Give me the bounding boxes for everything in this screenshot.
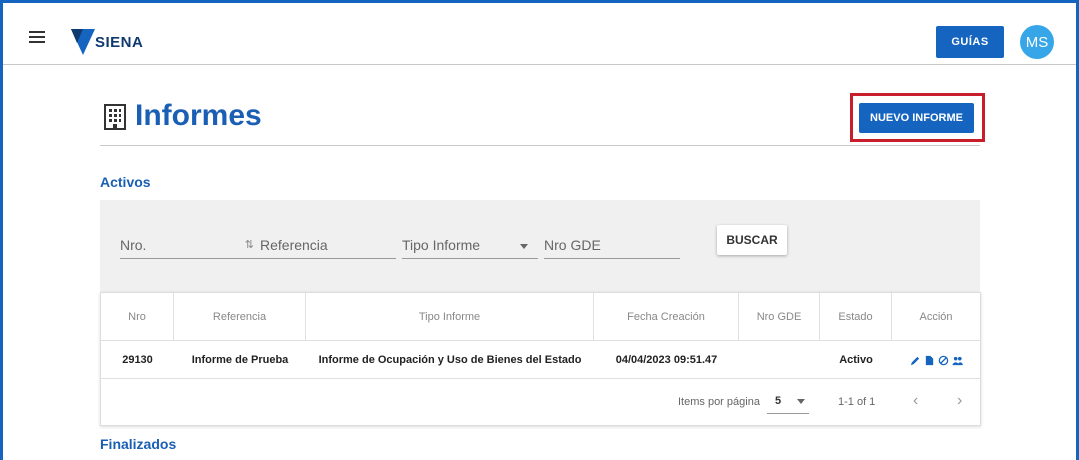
- cell-actions: [892, 341, 980, 379]
- reports-table: Nro Referencia Tipo Informe Fecha Creaci…: [100, 292, 981, 426]
- nro-placeholder: Nro.: [120, 237, 147, 253]
- cell-fecha-creacion: 04/04/2023 09:51.47: [615, 354, 718, 366]
- title-divider: [100, 145, 980, 146]
- cell-nro-gde: [739, 341, 820, 379]
- cell-tipo-informe: Informe de Ocupación y Uso de Bienes del…: [318, 354, 582, 366]
- column-header-nro-gde[interactable]: Nro GDE: [739, 293, 820, 341]
- page-title: Informes: [135, 99, 262, 132]
- page-size-select[interactable]: 5: [767, 390, 809, 414]
- referencia-input[interactable]: Referencia: [260, 233, 396, 259]
- referencia-placeholder: Referencia: [260, 237, 328, 253]
- finished-section-label: Finalizados: [100, 436, 177, 452]
- siena-logo-icon: [71, 29, 95, 55]
- column-header-fecha-creacion[interactable]: Fecha Creación: [594, 293, 739, 341]
- filter-panel: Nro. ⇅ Referencia Tipo Informe Nro GDE B…: [100, 200, 980, 292]
- guides-button[interactable]: GUÍAS: [936, 26, 1004, 58]
- column-header-tipo-informe[interactable]: Tipo Informe: [306, 293, 594, 341]
- column-header-estado[interactable]: Estado: [820, 293, 892, 341]
- cell-referencia: Informe de Prueba: [191, 354, 289, 366]
- brand-name: SIENA: [95, 34, 144, 51]
- user-avatar[interactable]: MS: [1020, 25, 1054, 59]
- cell-estado: Activo: [839, 354, 873, 366]
- cancel-icon[interactable]: [938, 355, 949, 366]
- new-report-button[interactable]: NUEVO INFORME: [859, 103, 974, 133]
- building-icon: [104, 104, 126, 130]
- next-page-icon[interactable]: ›: [957, 392, 962, 410]
- document-icon[interactable]: [924, 355, 935, 366]
- table-header: Nro Referencia Tipo Informe Fecha Creaci…: [101, 293, 980, 341]
- page-range-label: 1-1 of 1: [838, 396, 876, 408]
- paginator: Items por página 5 1-1 of 1 ‹ ›: [101, 380, 980, 426]
- search-button[interactable]: BUSCAR: [717, 225, 787, 255]
- number-spinner-icon[interactable]: ⇅: [245, 238, 254, 251]
- edit-pencil-icon[interactable]: [910, 355, 921, 366]
- dropdown-arrow-icon: [797, 399, 805, 404]
- nro-gde-placeholder: Nro GDE: [544, 237, 601, 253]
- column-header-referencia[interactable]: Referencia: [174, 293, 306, 341]
- tipo-informe-placeholder: Tipo Informe: [402, 237, 481, 253]
- top-bar: SIENA GUÍAS MS: [3, 3, 1076, 65]
- nro-input[interactable]: Nro. ⇅: [120, 233, 260, 259]
- items-per-page-label: Items por página: [678, 396, 760, 408]
- hamburger-menu-icon[interactable]: [29, 31, 45, 43]
- page-size-value: 5: [775, 395, 782, 407]
- tipo-informe-select[interactable]: Tipo Informe: [402, 233, 538, 259]
- previous-page-icon[interactable]: ‹: [913, 392, 918, 410]
- table-row: 29130 Informe de Prueba Informe de Ocupa…: [101, 341, 980, 379]
- cell-nro: 29130: [122, 354, 153, 366]
- column-header-nro[interactable]: Nro: [101, 293, 174, 341]
- nro-gde-input[interactable]: Nro GDE: [544, 233, 680, 259]
- active-section-label: Activos: [100, 174, 151, 190]
- users-group-icon[interactable]: [951, 355, 963, 366]
- dropdown-arrow-icon: [520, 244, 528, 249]
- column-header-accion: Acción: [919, 311, 953, 323]
